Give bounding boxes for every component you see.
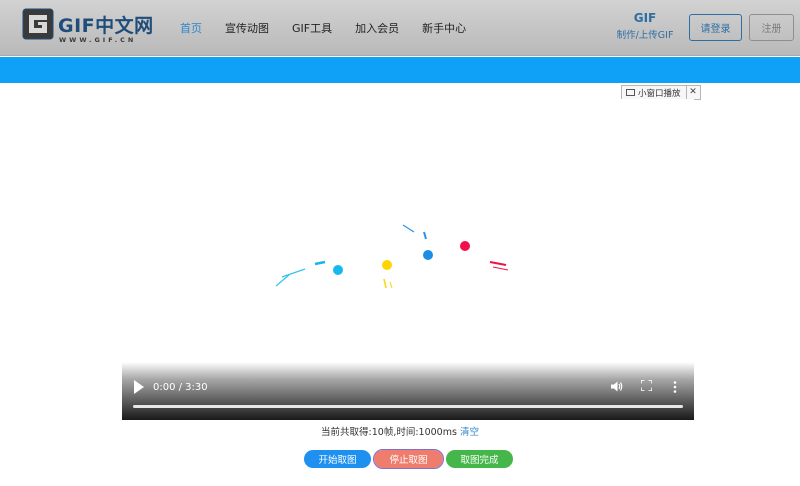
particle-dot	[333, 265, 343, 275]
nav-newbie-center[interactable]: 新手中心	[422, 20, 466, 36]
login-button[interactable]: 请登录	[689, 14, 742, 41]
logo-subtitle: WWW.GIF.CN	[59, 36, 137, 44]
upload-gif-title: GIF	[633, 11, 657, 25]
volume-icon[interactable]	[610, 380, 623, 393]
mini-window-label: 小窗口播放	[638, 88, 681, 99]
particle-streak	[281, 268, 306, 278]
video-controls: 0:00 / 3:30	[122, 362, 694, 420]
particle-streak	[402, 224, 415, 233]
particle-dot	[460, 241, 470, 251]
particle-streak	[314, 260, 326, 266]
nav-home[interactable]: 首页	[180, 20, 202, 36]
video-progress-bar[interactable]	[133, 405, 683, 408]
particle-dot	[423, 250, 433, 260]
blue-banner	[0, 57, 800, 83]
site-logo[interactable]: GIF中文网 WWW.GIF.CN	[22, 8, 162, 48]
close-icon[interactable]: ✕	[687, 86, 700, 99]
nav-membership[interactable]: 加入会员	[355, 20, 399, 36]
upload-gif-link[interactable]: GIF 制作/上传GIF	[612, 11, 678, 41]
register-button[interactable]: 注册	[749, 14, 794, 41]
particle-dot	[382, 260, 392, 270]
more-vert-icon[interactable]	[673, 381, 677, 393]
stop-capture-button[interactable]: 停止取图	[373, 449, 444, 469]
mini-window-play-button[interactable]: 小窗口播放	[622, 86, 687, 99]
particle-streak	[389, 281, 393, 289]
frame-status: 当前共取得:10帧,时间:1000ms 清空	[0, 424, 800, 438]
play-icon[interactable]	[134, 380, 144, 394]
particle-streak	[492, 266, 509, 271]
upload-gif-subtitle: 制作/上传GIF	[616, 30, 674, 41]
fullscreen-icon[interactable]	[641, 380, 652, 391]
mini-window-bar: 小窗口播放 ✕	[621, 85, 701, 100]
site-header: GIF中文网 WWW.GIF.CN 首页 宣传动图 GIF工具 加入会员 新手中…	[0, 0, 800, 56]
nav-promo-gifs[interactable]: 宣传动图	[225, 20, 269, 36]
time-display: 0:00 / 3:30	[153, 382, 208, 393]
particle-streak	[383, 278, 387, 289]
frame-status-text: 当前共取得:10帧,时间:1000ms	[321, 427, 457, 438]
video-player[interactable]: 0:00 / 3:30	[122, 99, 694, 420]
tv-icon	[626, 89, 635, 96]
logo-text: GIF中文网	[58, 15, 154, 37]
start-capture-button[interactable]: 开始取图	[304, 450, 371, 468]
particle-streak	[489, 261, 507, 266]
logo-icon	[22, 8, 54, 40]
main-nav: 首页 宣传动图 GIF工具 加入会员 新手中心	[171, 0, 489, 56]
capture-actions: 开始取图 停止取图 取图完成	[0, 449, 800, 469]
finish-capture-button[interactable]: 取图完成	[446, 450, 513, 468]
nav-gif-tools[interactable]: GIF工具	[292, 20, 332, 36]
clear-link[interactable]: 清空	[460, 427, 479, 438]
particle-streak	[423, 231, 427, 240]
